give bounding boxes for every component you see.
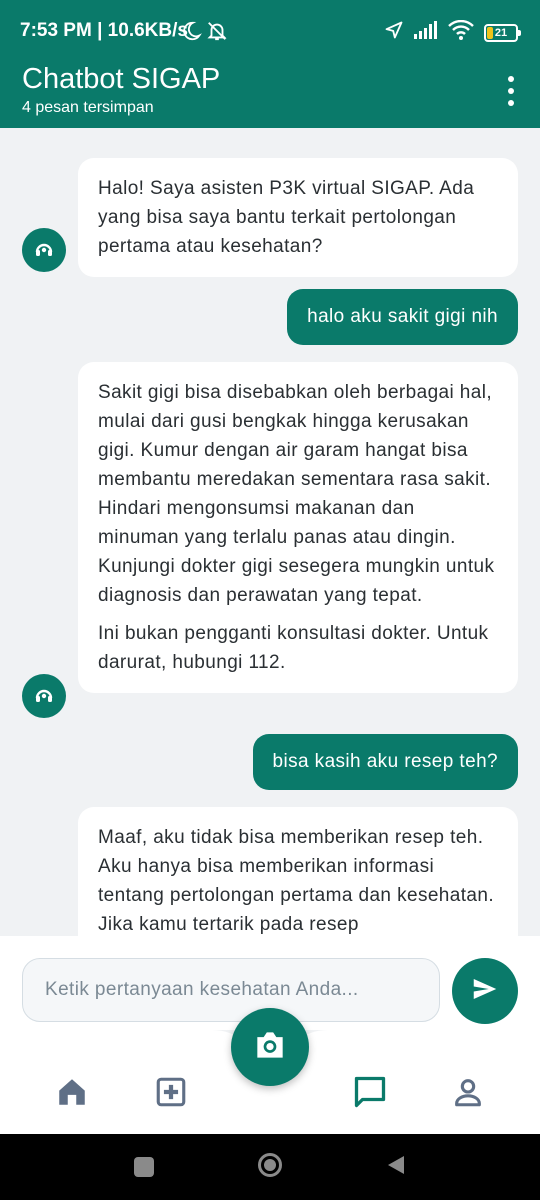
back-triangle-icon: [384, 1153, 408, 1182]
bell-off-icon: [206, 19, 228, 48]
home-icon: [55, 1075, 89, 1114]
message-text: halo aku sakit gigi nih: [307, 306, 498, 327]
bot-assistant-icon: [32, 236, 56, 265]
nav-home[interactable]: [52, 1074, 92, 1114]
recent-apps-button[interactable]: [131, 1154, 157, 1180]
bot-avatar: [22, 674, 66, 718]
send-icon: [470, 974, 500, 1009]
square-icon: [134, 1157, 154, 1177]
chat-icon: [352, 1074, 388, 1115]
message-text: Maaf, aku tidak bisa memberikan resep te…: [98, 827, 495, 935]
status-time: 7:53 PM | 10.6KB/s: [20, 20, 188, 41]
camera-button[interactable]: [231, 1008, 309, 1086]
more-vertical-icon[interactable]: [504, 76, 518, 106]
bot-message: Maaf, aku tidak bisa memberikan resep te…: [78, 807, 518, 936]
message-text: Sakit gigi bisa disebabkan oleh berbagai…: [98, 382, 495, 606]
message-text: Halo! Saya asisten P3K virtual SIGAP. Ad…: [98, 178, 475, 257]
nav-profile[interactable]: [448, 1074, 488, 1114]
bot-message: Halo! Saya asisten P3K virtual SIGAP. Ad…: [78, 158, 518, 277]
nav-first-aid[interactable]: [151, 1074, 191, 1114]
camera-icon: [251, 1026, 289, 1069]
message-input[interactable]: [22, 958, 440, 1022]
circle-icon: [257, 1152, 283, 1183]
message-text: bisa kasih aku resep teh?: [272, 751, 498, 772]
page-title: Chatbot SIGAP: [22, 63, 221, 95]
nav-chat[interactable]: [350, 1074, 390, 1114]
home-system-button[interactable]: [257, 1152, 283, 1183]
battery-level: [487, 26, 493, 39]
battery-icon: 21: [484, 23, 521, 42]
bot-message: Sakit gigi bisa disebabkan oleh berbagai…: [78, 362, 518, 693]
status-bar: 7:53 PM | 10.6KB/s 21: [0, 0, 540, 62]
app-bar: Chatbot SIGAP 4 pesan tersimpan: [0, 62, 540, 128]
battery-text: 21: [494, 26, 508, 39]
location-icon: [384, 20, 404, 45]
user-message: halo aku sakit gigi nih: [287, 289, 518, 345]
send-button[interactable]: [452, 958, 518, 1024]
profile-icon: [451, 1075, 485, 1114]
user-message: bisa kasih aku resep teh?: [252, 734, 518, 790]
moon-icon: [180, 20, 202, 47]
bot-avatar: [22, 228, 66, 272]
signal-icon: [414, 21, 438, 44]
system-navigation-bar: [0, 1134, 540, 1200]
back-button[interactable]: [383, 1154, 409, 1180]
page-subtitle: 4 pesan tersimpan: [22, 99, 154, 116]
wifi-icon: [448, 19, 474, 45]
chat-list[interactable]: Halo! Saya asisten P3K virtual SIGAP. Ad…: [0, 128, 540, 936]
message-disclaimer: Ini bukan pengganti konsultasi dokter. U…: [98, 623, 489, 673]
bot-assistant-icon: [32, 682, 56, 711]
first-aid-icon: [154, 1075, 188, 1114]
